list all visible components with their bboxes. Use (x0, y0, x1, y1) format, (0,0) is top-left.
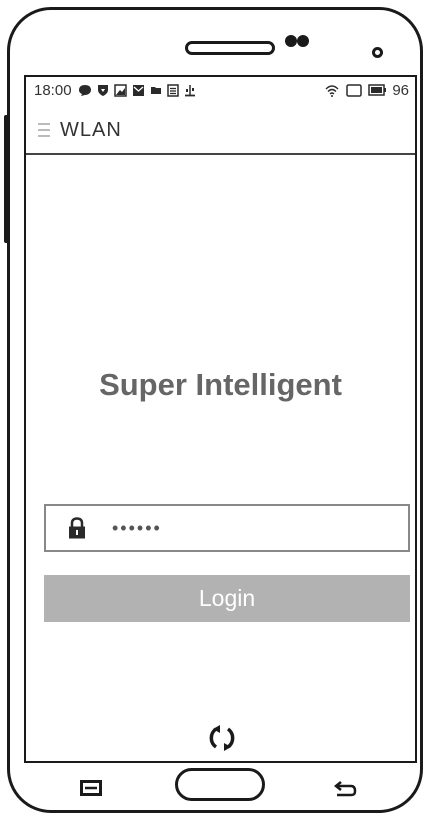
usb-icon (184, 84, 195, 96)
sensor-dot (285, 35, 297, 47)
lock-icon (69, 517, 85, 539)
status-bar: 18:00 96 (26, 77, 415, 103)
app-title: WLAN (60, 118, 122, 141)
image-icon (113, 83, 127, 97)
screen-icon (346, 83, 363, 97)
login-button[interactable]: Login (44, 575, 410, 622)
shield-icon (97, 84, 108, 96)
battery-icon (368, 84, 387, 96)
phone-screen: 18:00 96 WLAN Super Intelligent •••••• L… (24, 75, 417, 763)
notification-icons (78, 83, 196, 97)
password-value: •••••• (112, 517, 162, 538)
sensor-dot (297, 35, 309, 47)
battery-level: 96 (392, 81, 409, 99)
wifi-icon (325, 84, 339, 97)
app-bar: WLAN (26, 107, 415, 155)
folder-icon (150, 87, 161, 94)
menu-icon[interactable] (80, 780, 102, 796)
speaker-grille (185, 41, 275, 55)
system-icons: 96 (324, 82, 409, 99)
hamburger-icon[interactable] (38, 123, 50, 137)
home-button[interactable] (175, 768, 265, 801)
password-field[interactable]: •••••• (44, 504, 410, 552)
chat-icon (78, 84, 91, 96)
refresh-icon[interactable] (207, 723, 237, 753)
side-button (4, 115, 9, 243)
status-time: 18:00 (34, 81, 72, 99)
brand-title: Super Intelligent (99, 367, 342, 402)
mail-icon (132, 84, 144, 96)
front-camera (372, 47, 383, 58)
back-icon[interactable] (333, 779, 357, 799)
document-icon (166, 83, 179, 97)
